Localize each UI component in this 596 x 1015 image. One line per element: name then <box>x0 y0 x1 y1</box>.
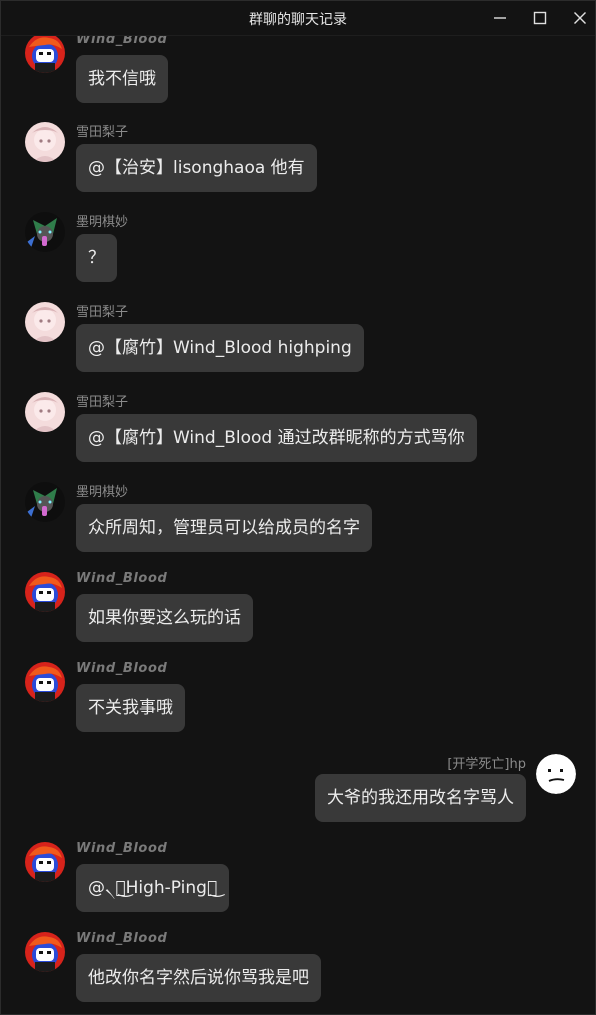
message-list[interactable]: Wind_Blood 我不信哦 雪田梨子 @【治安】lisonghaoa 他有 … <box>1 1 595 1014</box>
message-bubble[interactable]: 我不信哦 <box>76 55 168 103</box>
close-button[interactable] <box>560 1 595 35</box>
sender-name: [开学死亡]hp <box>447 757 526 772</box>
sender-name: 雪田梨子 <box>76 395 129 410</box>
message-bubble[interactable]: @【腐竹】Wind_Blood highping <box>76 324 364 372</box>
wind-blood-avatar[interactable] <box>25 572 65 612</box>
message-bubble[interactable]: ？ <box>76 234 117 282</box>
message-bubble[interactable]: 众所周知，管理员可以给成员的名字 <box>76 504 372 552</box>
message-bubble[interactable]: @【腐竹】Wind_Blood 通过改群昵称的方式骂你 <box>76 414 477 462</box>
yukida-avatar[interactable] <box>25 392 65 432</box>
sender-name: Wind_Blood <box>76 841 168 856</box>
message-bubble[interactable]: 如果你要这么玩的话 <box>76 594 253 642</box>
chat-history-window: Wind_Blood 我不信哦 雪田梨子 @【治安】lisonghaoa 他有 … <box>0 0 596 1015</box>
yukida-avatar[interactable] <box>25 122 65 162</box>
sender-name: 雪田梨子 <box>76 125 129 140</box>
sender-name: 墨明棋妙 <box>76 485 129 500</box>
wind-blood-avatar[interactable] <box>25 662 65 702</box>
sender-name: 墨明棋妙 <box>76 215 129 230</box>
wind-blood-avatar[interactable] <box>25 842 65 882</box>
sender-name: 雪田梨子 <box>76 305 129 320</box>
sender-name: Wind_Blood <box>76 661 168 676</box>
message-item: 雪田梨子 @【腐竹】Wind_Blood 通过改群昵称的方式骂你 <box>1 392 595 472</box>
hp-face-avatar[interactable] <box>536 754 576 794</box>
moming-avatar[interactable] <box>25 212 65 252</box>
sender-name: Wind_Blood <box>76 931 168 946</box>
message-item: Wind_Blood 他改你名字然后说你骂我是吧 <box>1 931 595 1012</box>
moming-avatar[interactable] <box>25 482 65 522</box>
message-item: 雪田梨子 @【治安】lisonghaoa 他有 <box>1 122 595 202</box>
message-item: 墨明棋妙 众所周知，管理员可以给成员的名字 <box>1 482 595 562</box>
message-item: Wind_Blood @৲ঞ͜High-Pingঞ͜ <box>1 841 595 922</box>
maximize-button[interactable] <box>520 1 560 35</box>
message-item: 墨明棋妙 ？ <box>1 212 595 292</box>
yukida-avatar[interactable] <box>25 302 65 342</box>
message-bubble[interactable]: 不关我事哦 <box>76 684 185 732</box>
message-bubble[interactable]: @৲ঞ͜High-Pingঞ͜ <box>76 864 230 912</box>
minimize-button[interactable] <box>480 1 520 35</box>
message-bubble[interactable]: 大爷的我还用改名字骂人 <box>315 774 526 822</box>
message-item: Wind_Blood 不关我事哦 <box>1 661 595 742</box>
wind-blood-avatar[interactable] <box>25 33 65 73</box>
close-icon <box>574 12 586 24</box>
title-bar[interactable]: 群聊的聊天记录 <box>1 1 595 36</box>
message-bubble[interactable]: 他改你名字然后说你骂我是吧 <box>76 954 321 1002</box>
message-item: Wind_Blood 我不信哦 <box>1 32 595 113</box>
minimize-icon <box>494 17 506 19</box>
message-item-self: [开学死亡]hp 大爷的我还用改名字骂人 <box>1 752 595 832</box>
sender-name: Wind_Blood <box>76 571 168 586</box>
maximize-icon <box>533 11 547 25</box>
wind-blood-avatar[interactable] <box>25 932 65 972</box>
message-item: Wind_Blood 如果你要这么玩的话 <box>1 571 595 652</box>
message-item: 雪田梨子 @【腐竹】Wind_Blood highping <box>1 302 595 382</box>
message-bubble[interactable]: @【治安】lisonghaoa 他有 <box>76 144 317 192</box>
